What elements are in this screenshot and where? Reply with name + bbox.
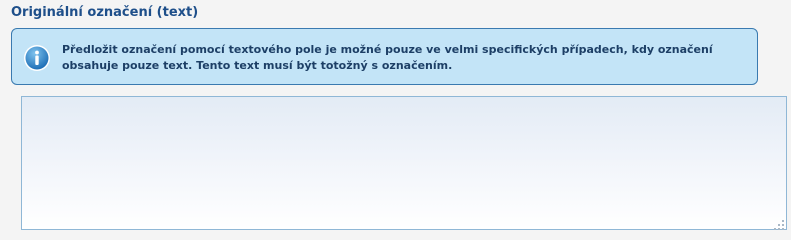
info-message-box: Předložit označení pomocí textového pole… <box>11 28 758 85</box>
original-marking-section: Originální označení (text) Předložit ozn… <box>0 0 791 238</box>
resize-grip-icon[interactable] <box>773 216 785 230</box>
info-icon <box>23 44 51 72</box>
original-marking-textarea[interactable] <box>21 96 787 230</box>
info-message-text: Předložit označení pomocí textového pole… <box>62 43 713 72</box>
section-title: Originální označení (text) <box>11 5 199 20</box>
